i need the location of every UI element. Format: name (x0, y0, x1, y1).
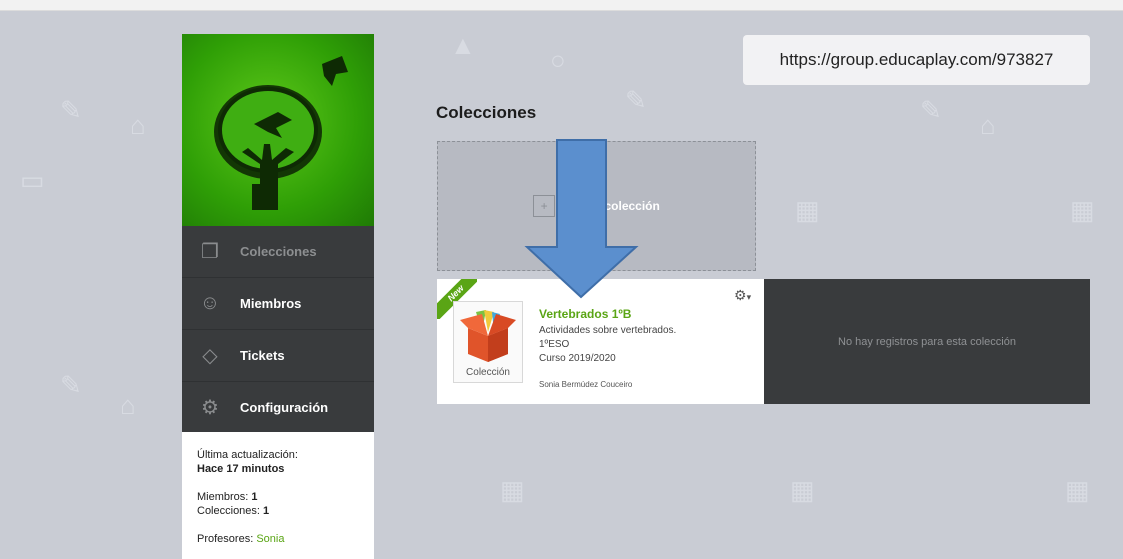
collection-box-icon (460, 310, 516, 362)
book-icon: ▭ (20, 165, 45, 195)
sidebar-item-configuracion[interactable]: ⚙ Configuración (182, 382, 374, 433)
teachers-label: Profesores: (197, 533, 254, 545)
ticket-icon: ◇ (202, 345, 218, 367)
tree-logo-icon (214, 56, 348, 210)
pencil-icon: ✎ (60, 95, 82, 125)
group-info-panel: Última actualización: Hace 17 minutos Mi… (182, 432, 374, 559)
collection-author: Sonia Bermúdez Couceiro (539, 380, 633, 389)
members-count-value: 1 (251, 491, 258, 503)
collection-settings-dropdown[interactable]: ⚙▾ (734, 287, 751, 304)
collection-title[interactable]: Vertebrados 1ºB (539, 307, 631, 321)
sidebar-item-colecciones[interactable]: ❐ Colecciones (182, 226, 374, 278)
collections-count-value: 1 (263, 505, 270, 517)
sidebar-item-tickets[interactable]: ◇ Tickets (182, 330, 374, 382)
collections-icon: ❐ (201, 241, 219, 263)
collection-records-panel: No hay registros para esta colección (764, 279, 1090, 404)
sidebar-item-label: Tickets (240, 348, 285, 363)
easel-icon: ⌂ (980, 110, 996, 140)
sidebar-item-label: Miembros (240, 296, 302, 311)
collection-thumbnail[interactable]: Colección (453, 301, 523, 383)
lock-icon: ○ (550, 45, 566, 75)
notebook-icon: ▦ (1070, 195, 1095, 225)
sidebar-item-label: Configuración (240, 400, 329, 415)
sidebar-menu: ❐ Colecciones ☺ Miembros ◇ Tickets ⚙ Con… (182, 226, 374, 432)
collection-level: 1ºESO (539, 339, 570, 350)
collection-description: Actividades sobre vertebrados. (539, 325, 677, 336)
group-url-box[interactable]: https://group.educaplay.com/973827 (743, 35, 1090, 85)
sidebar-item-label: Colecciones (240, 244, 317, 259)
chevron-down-icon: ▾ (746, 292, 752, 302)
browser-top-edge (0, 0, 1123, 11)
pencil-icon: ✎ (920, 95, 942, 125)
pencil-icon: ✎ (625, 85, 647, 115)
gear-icon: ⚙ (734, 287, 747, 303)
last-update-value: Hace 17 minutos (197, 463, 285, 475)
teacher-link[interactable]: Sonia (256, 533, 284, 545)
pencil-icon: ✎ (60, 370, 82, 400)
page-title: Colecciones (436, 103, 537, 122)
notebook-icon: ▦ (500, 475, 525, 505)
notebook-icon: ▦ (790, 475, 815, 505)
group-url: https://group.educaplay.com/973827 (779, 50, 1054, 69)
group-sidebar: ❐ Colecciones ☺ Miembros ◇ Tickets ⚙ Con… (182, 34, 374, 559)
gear-icon: ⚙ (201, 397, 219, 419)
easel-icon: ⌂ (130, 110, 146, 140)
thumbnail-label: Colección (466, 367, 510, 378)
notebook-icon: ▦ (1065, 475, 1090, 505)
members-icon: ☺ (199, 292, 221, 314)
members-count-label: Miembros: (197, 491, 249, 503)
collections-count-label: Colecciones: (197, 505, 260, 517)
sidebar-item-miembros[interactable]: ☺ Miembros (182, 278, 374, 330)
empty-records-message: No hay registros para esta colección (838, 335, 1016, 348)
easel-icon: ⌂ (120, 390, 136, 420)
notebook-icon: ▦ (795, 195, 820, 225)
last-update-label: Última actualización: (197, 449, 298, 461)
group-logo (182, 34, 374, 226)
collection-course: Curso 2019/2020 (539, 353, 616, 364)
graduation-cap-icon: ▲ (450, 30, 476, 60)
arrow-down-annotation-icon (524, 139, 639, 299)
